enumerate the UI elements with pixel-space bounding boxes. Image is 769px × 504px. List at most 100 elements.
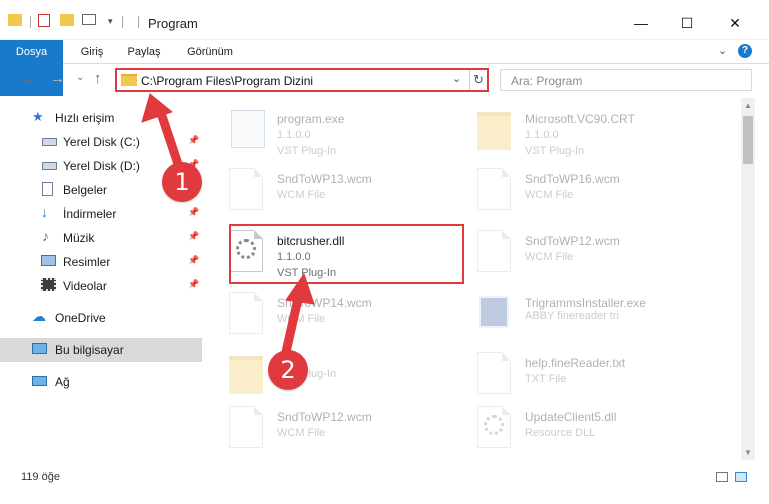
tab-view[interactable]: Görünüm (180, 40, 240, 64)
sidebar-item-drive-c[interactable]: Yerel Disk (C:) 📌 (0, 130, 202, 154)
status-bar: 119 öğe (0, 466, 769, 488)
file-item[interactable]: SndToWP14.wcm WCM File (215, 286, 465, 342)
maximize-button[interactable]: ☐ (664, 8, 710, 38)
file-item[interactable]: VST Plug-In (215, 346, 465, 402)
music-icon: ♪ (42, 228, 49, 244)
scroll-down-icon[interactable]: ▼ (744, 448, 752, 457)
pin-icon[interactable]: 📌 (188, 207, 199, 218)
folder-icon (477, 112, 511, 150)
tab-share[interactable]: Paylaş (122, 40, 166, 64)
sidebar-item-label: Ağ (55, 375, 70, 389)
tab-file[interactable]: Dosya (0, 40, 63, 96)
large-icons-view-icon[interactable] (735, 472, 747, 482)
file-name: help.fineReader.txt (525, 356, 626, 370)
sidebar-item-quick-access[interactable]: ★ Hızlı erişim (0, 106, 202, 130)
file-item[interactable]: SndToWP16.wcm WCM File (463, 162, 713, 218)
step-2-badge: 2 (268, 350, 308, 390)
file-type: ABBY finereader tri (525, 310, 619, 322)
file-item[interactable]: help.fineReader.txt TXT File (463, 346, 713, 402)
documents-icon (42, 182, 53, 196)
file-name: Microsoft.VC90.CRT (525, 112, 635, 126)
vertical-scrollbar[interactable]: ▲ ▼ (741, 98, 755, 460)
file-item[interactable]: UpdateClient5.dll Resource DLL (463, 400, 713, 456)
separator (138, 16, 139, 28)
file-name: SndToWP13.wcm (277, 172, 372, 186)
document-icon (477, 230, 511, 272)
sidebar-item-onedrive[interactable]: ☁ OneDrive (0, 306, 202, 330)
file-item[interactable]: SndToWP12.wcm WCM File (215, 400, 465, 456)
ribbon-tabs: Dosya Giriş Paylaş Görünüm ⌄ (0, 40, 769, 96)
text-file-icon (477, 352, 511, 394)
recent-locations-button[interactable]: ⌄ (76, 72, 84, 83)
expand-ribbon-icon[interactable]: ⌄ (718, 44, 727, 57)
new-folder-icon[interactable] (60, 14, 74, 26)
customize-quick-access-icon[interactable]: ▾ (108, 16, 113, 27)
up-button[interactable]: ↑ (94, 70, 102, 87)
folder-icon (8, 14, 22, 26)
folder-icon (229, 356, 263, 394)
file-name: TrigrammsInstaller.exe (525, 296, 646, 310)
address-bar[interactable]: C:\Program Files\Program Dizini ⌄ ↻ (115, 68, 489, 92)
document-icon (229, 406, 263, 448)
sidebar-item-label: Müzik (63, 231, 95, 245)
sidebar-item-downloads[interactable]: ↓ İndirmeler 📌 (0, 202, 202, 226)
forward-button[interactable]: → (50, 70, 65, 87)
separator (30, 16, 31, 28)
file-item[interactable]: Microsoft.VC90.CRT 1.1.0.0 VST Plug-In (463, 102, 713, 158)
file-name: SndToWP12.wcm (525, 234, 620, 248)
sidebar-item-label: Videolar (63, 279, 107, 293)
step-1-badge: 1 (162, 162, 202, 202)
scroll-thumb[interactable] (743, 116, 753, 164)
sidebar-item-label: OneDrive (55, 311, 106, 325)
sidebar-item-label: Hızlı erişim (55, 111, 115, 125)
file-name: SndToWP14.wcm (277, 296, 372, 310)
navigation-pane: ★ Hızlı erişim Yerel Disk (C:) 📌 Yerel D… (0, 100, 202, 460)
view-icon[interactable] (82, 14, 96, 25)
sidebar-item-this-pc[interactable]: Bu bilgisayar (0, 338, 202, 362)
back-button[interactable]: ← (20, 70, 35, 87)
sidebar-item-pictures[interactable]: Resimler 📌 (0, 250, 202, 274)
videos-icon (41, 278, 56, 291)
cloud-icon: ☁ (32, 308, 46, 324)
scroll-up-icon[interactable]: ▲ (744, 101, 752, 110)
star-icon: ★ (32, 109, 44, 124)
network-icon (32, 376, 47, 386)
file-item[interactable]: SndToWP13.wcm WCM File (215, 162, 465, 218)
file-name: UpdateClient5.dll (525, 410, 617, 424)
sidebar-item-music[interactable]: ♪ Müzik 📌 (0, 226, 202, 250)
help-icon[interactable]: ? (738, 44, 752, 58)
pin-icon[interactable]: 📌 (188, 135, 199, 146)
sidebar-item-label: Resimler (63, 255, 111, 269)
application-icon (231, 110, 265, 148)
file-item[interactable]: program.exe 1.1.0.0 VST Plug-In (215, 102, 465, 158)
separator (122, 16, 123, 28)
title-bar: ▾ Program — ☐ ✕ (0, 0, 769, 40)
tab-home[interactable]: Giriş (72, 40, 112, 64)
search-placeholder[interactable]: Ara: Program (511, 74, 582, 88)
sidebar-item-label: Yerel Disk (D:) (63, 159, 140, 173)
pin-icon[interactable]: 📌 (188, 255, 199, 266)
details-view-icon[interactable] (716, 472, 728, 482)
file-item[interactable]: SndToWP12.wcm WCM File (463, 224, 713, 280)
file-item[interactable]: TrigrammsInstaller.exe ABBY finereader t… (463, 286, 713, 342)
properties-icon[interactable] (38, 14, 50, 27)
sidebar-item-videos[interactable]: Videolar 📌 (0, 274, 202, 298)
close-button[interactable]: ✕ (712, 8, 758, 38)
document-icon (477, 168, 511, 210)
address-dropdown-icon[interactable]: ⌄ (452, 72, 461, 85)
pin-icon[interactable]: 📌 (188, 279, 199, 290)
file-type: WCM File (277, 313, 326, 325)
search-box[interactable]: Ara: Program (500, 69, 752, 91)
sidebar-item-label: Belgeler (63, 183, 108, 197)
pin-icon[interactable]: 📌 (188, 231, 199, 242)
file-type: VST Plug-In (525, 145, 585, 157)
refresh-button[interactable]: ↻ (469, 70, 487, 90)
file-name: SndToWP12.wcm (277, 410, 372, 424)
folder-icon (121, 74, 137, 86)
sidebar-item-label: Yerel Disk (C:) (63, 135, 140, 149)
file-name: program.exe (277, 112, 345, 126)
file-type: WCM File (277, 427, 326, 439)
address-path[interactable]: C:\Program Files\Program Dizini (141, 74, 313, 88)
minimize-button[interactable]: — (618, 8, 664, 38)
sidebar-item-network[interactable]: Ağ (0, 370, 202, 394)
